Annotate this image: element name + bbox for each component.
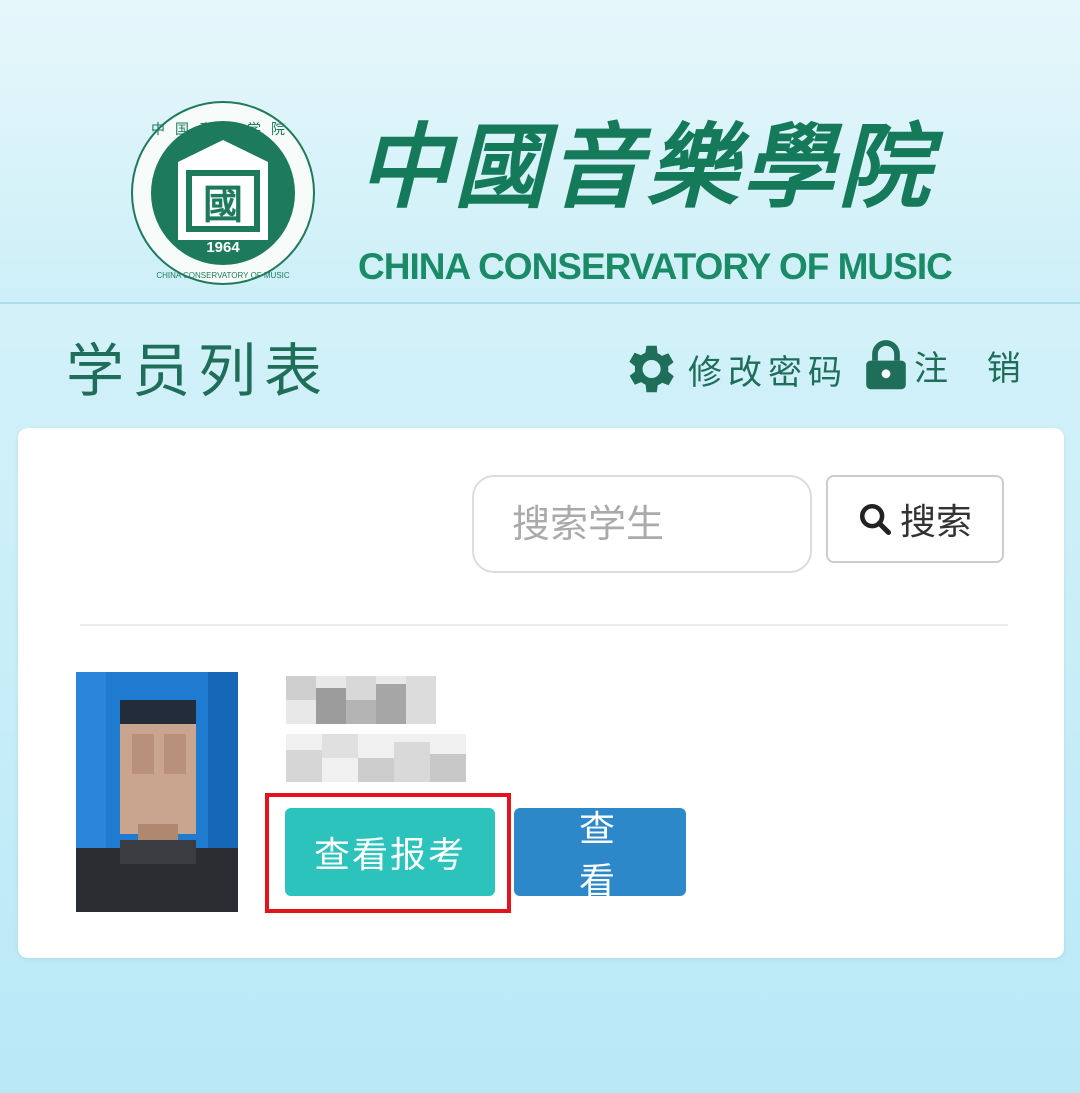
brand-english-name: CHINA CONSERVATORY OF MUSIC <box>358 246 953 287</box>
view-exam-registration-button[interactable]: 查看报考 <box>285 808 495 896</box>
seal-top-text: 中国音乐学院 <box>151 121 295 138</box>
list-divider <box>80 624 1008 626</box>
student-name-redacted <box>286 676 436 724</box>
seal-ring-text: CHINA CONSERVATORY OF MUSIC <box>156 271 290 280</box>
search-icon <box>859 503 891 536</box>
change-password-link[interactable]: 修改密码 <box>618 338 848 400</box>
gear-icon <box>629 345 674 393</box>
lock-icon <box>866 340 906 390</box>
search-button[interactable]: 搜索 <box>826 475 1004 563</box>
student-photo <box>76 672 238 912</box>
seal-center-glyph: 國 <box>203 181 243 228</box>
view-student-button[interactable]: 查 看 <box>514 808 686 902</box>
logout-label: 注 销 <box>914 348 1035 389</box>
conservatory-seal-logo: 國 1964 中国音乐学院 CHINA CONSERVATORY OF MUSI… <box>131 101 315 285</box>
logout-link[interactable]: 注 销 <box>864 338 1035 392</box>
brand-chinese-name: 中國音樂學院 <box>358 113 935 221</box>
search-student-input[interactable] <box>472 475 812 573</box>
seal-year: 1964 <box>206 239 240 256</box>
page-title: 学员列表 <box>66 337 331 405</box>
search-button-label: 搜索 <box>899 502 972 543</box>
change-password-label: 修改密码 <box>688 352 848 393</box>
student-id-redacted <box>286 734 466 782</box>
